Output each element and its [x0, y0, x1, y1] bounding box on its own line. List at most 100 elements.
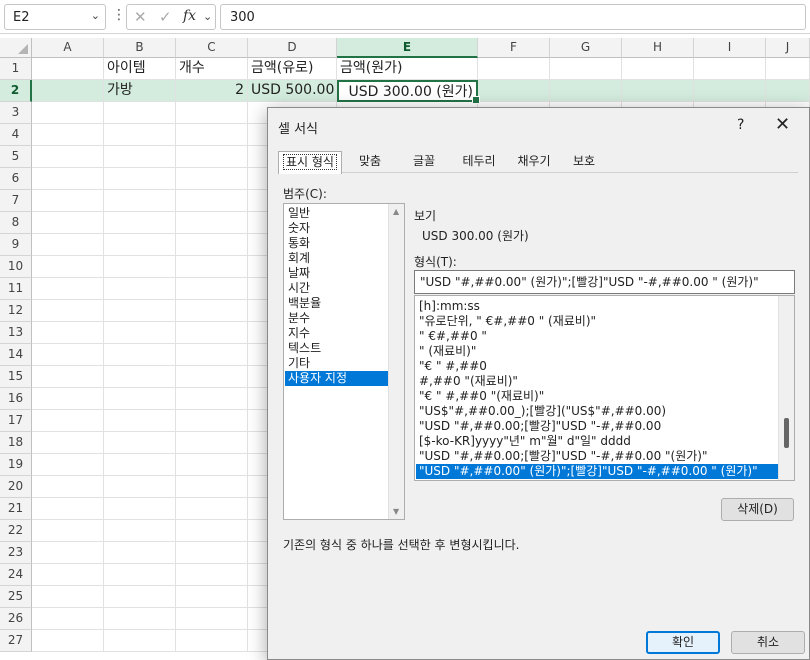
row-header-9[interactable]: 9 — [0, 234, 32, 256]
cell-b2[interactable]: 가방 — [104, 80, 176, 102]
grid-cell[interactable] — [176, 454, 248, 476]
close-icon[interactable]: ✕ — [775, 114, 790, 135]
delete-button[interactable]: 삭제(D) — [721, 498, 794, 521]
row-header-8[interactable]: 8 — [0, 212, 32, 234]
grid-cell[interactable] — [104, 564, 176, 586]
grid-cell[interactable] — [550, 58, 622, 80]
grid-cell[interactable] — [32, 564, 104, 586]
tab-alignment[interactable]: 맞춤 — [346, 151, 394, 173]
grid-cell[interactable] — [104, 234, 176, 256]
format-item[interactable]: "€ " #,##0 — [416, 359, 778, 374]
grid-cell[interactable] — [478, 80, 550, 102]
format-item[interactable]: "€ " #,##0 "(재료비)" — [416, 389, 778, 404]
row-header-23[interactable]: 23 — [0, 542, 32, 564]
row-header-13[interactable]: 13 — [0, 322, 32, 344]
grid-cell[interactable] — [176, 388, 248, 410]
category-item[interactable]: 기타 — [285, 356, 388, 371]
cell-b1[interactable]: 아이템 — [104, 58, 176, 80]
row-header-25[interactable]: 25 — [0, 586, 32, 608]
grid-cell[interactable] — [32, 58, 104, 80]
grid-cell[interactable] — [176, 476, 248, 498]
grid-cell[interactable] — [32, 542, 104, 564]
category-list[interactable]: 일반 숫자 통화 회계 날짜 시간 백분율 분수 지수 텍스트 기타 사용자 지정 ▲ ▼ — [283, 203, 405, 520]
format-item[interactable]: [$-ko-KR]yyyy"년" m"월" d"일" dddd — [416, 434, 778, 449]
grid-cell[interactable] — [622, 80, 694, 102]
chevron-down-icon[interactable]: ⌄ — [91, 9, 100, 22]
row-header-26[interactable]: 26 — [0, 608, 32, 630]
grid-cell[interactable] — [32, 454, 104, 476]
format-list[interactable]: [h]:mm:ss "유로단위, " €#,##0 " (재료비)" " €#,##… — [414, 295, 795, 481]
grid-cell[interactable] — [766, 80, 810, 102]
more-vertical-icon[interactable]: ⋮ — [112, 7, 126, 23]
help-icon[interactable]: ? — [737, 117, 744, 133]
grid-cell[interactable] — [176, 278, 248, 300]
grid-cell[interactable] — [176, 190, 248, 212]
grid-cell[interactable] — [32, 124, 104, 146]
grid-cell[interactable] — [104, 410, 176, 432]
format-type-input[interactable]: "USD "#,##0.00" (원가)";[빨강]"USD "-#,##0.0… — [414, 270, 795, 294]
format-item[interactable]: " €#,##0 " — [416, 329, 778, 344]
tab-font[interactable]: 글꼴 — [396, 151, 452, 173]
row-header-18[interactable]: 18 — [0, 432, 32, 454]
grid-cell[interactable] — [766, 58, 810, 80]
insert-function-icon[interactable]: fx — [183, 8, 196, 24]
grid-cell[interactable] — [176, 410, 248, 432]
row-header-20[interactable]: 20 — [0, 476, 32, 498]
grid-cell[interactable] — [622, 58, 694, 80]
grid-cell[interactable] — [104, 586, 176, 608]
grid-cell[interactable] — [176, 300, 248, 322]
select-all-corner[interactable] — [0, 38, 32, 58]
row-header-22[interactable]: 22 — [0, 520, 32, 542]
formula-input[interactable]: 300 — [220, 4, 806, 30]
row-header-27[interactable]: 27 — [0, 630, 32, 652]
row-header-15[interactable]: 15 — [0, 366, 32, 388]
category-scrollbar[interactable]: ▲ ▼ — [388, 204, 404, 519]
grid-cell[interactable] — [176, 322, 248, 344]
row-header-6[interactable]: 6 — [0, 168, 32, 190]
grid-cell[interactable] — [32, 278, 104, 300]
column-header-j[interactable]: J — [766, 38, 810, 58]
format-item[interactable]: "USD "#,##0.00;[빨강]"USD "-#,##0.00 — [416, 419, 778, 434]
cell-e1[interactable]: 금액(원가) — [337, 58, 478, 80]
grid-cell[interactable] — [104, 476, 176, 498]
category-item[interactable]: 날짜 — [285, 266, 388, 281]
row-header-7[interactable]: 7 — [0, 190, 32, 212]
column-header-b[interactable]: B — [104, 38, 176, 58]
grid-cell[interactable] — [176, 366, 248, 388]
grid-cell[interactable] — [176, 586, 248, 608]
grid-cell[interactable] — [32, 366, 104, 388]
row-header-3[interactable]: 3 — [0, 102, 32, 124]
grid-cell[interactable] — [32, 388, 104, 410]
grid-cell[interactable] — [104, 102, 176, 124]
format-item[interactable]: [h]:mm:ss — [416, 299, 778, 314]
grid-cell[interactable] — [32, 586, 104, 608]
grid-cell[interactable] — [32, 146, 104, 168]
format-item[interactable]: "USD "#,##0.00;[빨강]"USD "-#,##0.00 "(원가)… — [416, 449, 778, 464]
grid-cell[interactable] — [32, 168, 104, 190]
row-header-14[interactable]: 14 — [0, 344, 32, 366]
grid-cell[interactable] — [176, 432, 248, 454]
row-header-24[interactable]: 24 — [0, 564, 32, 586]
format-scrollbar[interactable] — [778, 296, 794, 480]
grid-cell[interactable] — [32, 498, 104, 520]
column-header-f[interactable]: F — [478, 38, 550, 58]
category-item[interactable]: 일반 — [285, 206, 388, 221]
category-item[interactable]: 시간 — [285, 281, 388, 296]
cell-d2[interactable]: USD 500.00 — [248, 80, 337, 102]
grid-cell[interactable] — [104, 388, 176, 410]
grid-cell[interactable] — [32, 410, 104, 432]
format-item[interactable]: #,##0 "(재료비)" — [416, 374, 778, 389]
grid-cell[interactable] — [176, 124, 248, 146]
row-header-5[interactable]: 5 — [0, 146, 32, 168]
grid-cell[interactable] — [104, 454, 176, 476]
enter-icon[interactable]: ✓ — [159, 8, 172, 26]
row-header-17[interactable]: 17 — [0, 410, 32, 432]
grid-cell[interactable] — [32, 630, 104, 652]
category-item[interactable]: 백분율 — [285, 296, 388, 311]
row-header-2[interactable]: 2 — [0, 80, 32, 102]
tab-fill[interactable]: 채우기 — [508, 151, 560, 173]
scroll-thumb[interactable] — [784, 418, 789, 448]
column-header-e[interactable]: E — [337, 38, 478, 58]
grid-cell[interactable] — [104, 190, 176, 212]
row-header-16[interactable]: 16 — [0, 388, 32, 410]
